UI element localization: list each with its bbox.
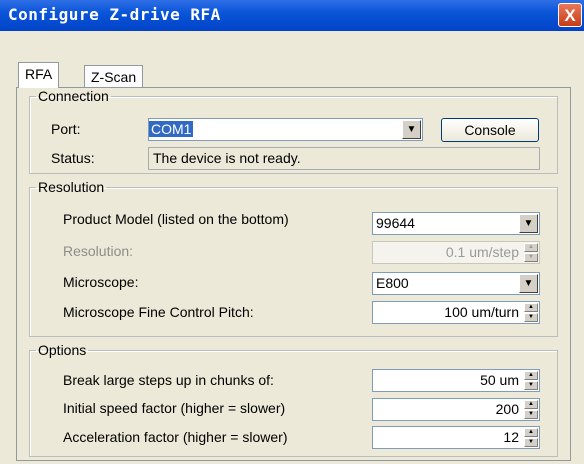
options-legend: Options <box>38 342 87 358</box>
microscope-value: E800 <box>376 275 409 291</box>
break-steps-value: 50 um <box>480 372 519 388</box>
spin-arrows-icon[interactable]: ▲ ▼ <box>524 400 538 419</box>
resolution-value: 0.1 um/step <box>445 244 519 260</box>
microscope-label: Microscope: <box>63 274 139 290</box>
spin-arrows-icon: ▲ ▼ <box>524 243 538 262</box>
port-value: COM1 <box>149 121 194 137</box>
resolution-spinner: 0.1 um/step ▲ ▼ <box>372 241 540 264</box>
spin-arrows-icon[interactable]: ▲ ▼ <box>524 303 538 322</box>
fine-pitch-label: Microscope Fine Control Pitch: <box>63 304 254 320</box>
status-field: The device is not ready. <box>148 147 540 170</box>
tab-panel-rfa: Connection Port: COM1 ▼ Console Status: … <box>16 87 571 461</box>
resolution-label: Resolution: <box>63 243 134 259</box>
port-select[interactable]: COM1 ▼ <box>148 118 423 141</box>
break-steps-spinner[interactable]: 50 um ▲ ▼ <box>372 369 540 392</box>
product-model-value: 99644 <box>376 215 415 231</box>
spin-arrows-icon[interactable]: ▲ ▼ <box>524 371 538 390</box>
accel-factor-label: Acceleration factor (higher = slower) <box>63 429 288 445</box>
close-icon[interactable]: X <box>558 3 582 27</box>
tab-rfa[interactable]: RFA <box>18 62 60 88</box>
speed-factor-spinner[interactable]: 200 ▲ ▼ <box>372 398 540 421</box>
product-model-label: Product Model (listed on the bottom) <box>63 211 289 227</box>
tab-z-scan[interactable]: Z-Scan <box>84 65 144 89</box>
port-label: Port: <box>51 121 81 137</box>
chevron-down-icon[interactable]: ▼ <box>402 120 421 139</box>
microscope-select[interactable]: E800 ▼ <box>372 272 540 295</box>
accel-factor-spinner[interactable]: 12 ▲ ▼ <box>372 426 540 449</box>
connection-legend: Connection <box>38 88 109 104</box>
chevron-down-icon[interactable]: ▼ <box>519 274 538 293</box>
status-label: Status: <box>51 150 95 166</box>
chevron-down-icon[interactable]: ▼ <box>519 214 538 233</box>
title-bar[interactable]: Configure Z-drive RFA X <box>0 0 584 31</box>
product-model-select[interactable]: 99644 ▼ <box>372 212 540 235</box>
resolution-legend: Resolution <box>38 179 105 195</box>
fine-pitch-spinner[interactable]: 100 um/turn ▲ ▼ <box>372 301 540 324</box>
break-steps-label: Break large steps up in chunks of: <box>63 372 274 388</box>
console-button[interactable]: Console <box>441 118 539 142</box>
fine-pitch-value: 100 um/turn <box>444 304 519 320</box>
spin-arrows-icon[interactable]: ▲ ▼ <box>524 428 538 447</box>
speed-factor-label: Initial speed factor (higher = slower) <box>63 400 286 416</box>
accel-factor-value: 12 <box>503 429 519 445</box>
window-title: Configure Z-drive RFA <box>8 5 221 24</box>
speed-factor-value: 200 <box>495 401 519 417</box>
